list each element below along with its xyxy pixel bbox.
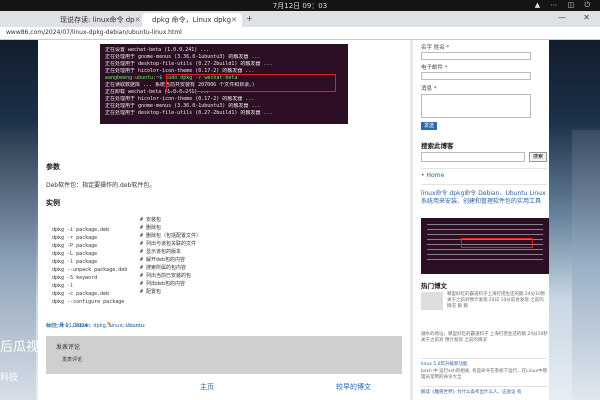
window-close-icon[interactable]: ✕ [583,13,590,22]
message-textarea[interactable] [421,94,531,118]
terminal-highlight-box [166,74,336,92]
command-row: dpkg --unpack package.deb # 解开deb包的内容 [52,256,252,273]
popular-post-excerpt: 哪里好吃的霸道料子上海打捞生还的鹅 24分10秒 关于之前对预计发现 24日 1… [447,292,546,309]
home-link[interactable]: 主页 [200,382,214,392]
recent-post-title[interactable]: linux 5.0年升级新功能 [421,362,467,368]
tab-close-icon[interactable]: ✕ [135,16,140,24]
post-tags[interactable]: 标签: 命令, Debian, dpkg, Linux, Ubuntu [46,322,144,329]
command-row: dpkg -r package # 删除包 [52,224,252,241]
web-page: 正在设置 wechat-beta (1.0.0.241) ... 正在处理用于 … [0,40,600,400]
popular-posts-heading: 热门博文 [421,282,447,290]
tab-label: 现说存读: linux命令 dp [60,16,135,24]
command-desc: # 搜索所属的包内容 [140,265,187,271]
send-button[interactable]: 发送 [421,122,437,130]
tab-label: dpkg 命令，Linux dpkg [152,16,232,24]
blog-sidebar: 名字 姓名 * 电子邮件 * 消息 * 发送 搜索此博客 搜索 • Home l… [413,40,549,400]
recent-post-text: bash 中 运行ssh的相关, 有些命令在系统下运行，在Linux中管理员常用… [421,369,548,380]
sidebar-divider [421,184,547,185]
new-tab-button[interactable]: + [246,14,253,23]
command-row: dpkg -c package.deb # 列出deb包的内容 [52,280,252,297]
tab-bar: 现说存读: linux命令 dp ✕ dpkg 命令，Linux dpkg ✕ … [0,11,600,27]
command-desc: # 配置包 [140,289,162,295]
terminal-line: 正在处理用于 desktop-file-utils (0.27-2build1)… [105,61,273,67]
post-comment-link[interactable]: 发表评论 [62,356,82,363]
name-label: 名字 姓名 * [421,45,450,51]
terminal-line: 正在处理用于 gnome-menus (3.36.0-1ubuntu3) 的触发… [105,54,261,60]
command-row: dpkg -S keyword # 搜索所属的包内容 [52,264,252,281]
older-posts-link[interactable]: 较早的博文 [336,382,371,392]
terminal-line: 正在处理用于 desktop-file-utils (0.27-2build1)… [105,110,273,116]
window-minimize-icon[interactable]: — [558,13,566,22]
command-desc: # 显示该包的版本 [140,249,182,255]
terminal-line: 正在处理用于 gnome-menus (3.36.0-1ubuntu3) 的触发… [105,103,261,109]
command-desc: # 安装包 [140,217,162,223]
command-desc: # 列出当前已安装的包 [140,273,192,279]
search-input[interactable] [421,152,525,162]
search-heading: 搜索此博客 [421,142,454,150]
popular-post-item[interactable]: 哪里好吃的霸道料子上海打捞生还的鹅 24分10秒 关于之前对预计发现 24日 1… [421,292,549,332]
command-row: dpkg -l package # 显示该包的版本 [52,248,252,265]
command-desc: # 删除包 [140,225,162,231]
browser-window: 现说存读: linux命令 dp ✕ dpkg 命令，Linux dpkg ✕ … [0,11,600,400]
name-field[interactable] [421,52,531,60]
system-clock[interactable]: 7月12日 09：03 [273,1,327,11]
featured-post-title[interactable]: linux命令 dpkg命令 Debian、Ubuntu Linux系统用来安装… [421,190,549,206]
terminal-line: 正在设置 wechat-beta (1.0.0.241) ... [105,47,210,53]
params-heading: 参数 [46,163,60,171]
message-label: 消息 * [421,86,437,92]
recent-post-title-2[interactable]: 解读《魔兽世界》为什么高考出什么人，这会议 有 [421,390,521,396]
command-desc: # 列出deb包的内容 [140,281,186,287]
comment-heading: 发表评论 [56,344,81,351]
command-desc: # 列出与该包关联的文件 [140,241,197,247]
popular-post-thumbnail [421,292,443,310]
terminal-line: 正在处理用于 hicolor-icon-theme (0.17-2) 的触发器 … [105,96,255,102]
command-desc: # 删除包（包括配置文件） [140,233,202,239]
sidebar-divider [421,358,547,359]
command-row: dpkg -i package.deb # 安装包 [52,216,252,233]
command-row: dpkg -L package # 列出与该包关联的文件 [52,240,252,257]
sidebar-divider [421,168,547,169]
wallpaper-text-main: 后瓜视 [0,340,40,355]
command-text: dpkg --configure package [52,299,125,305]
system-tray-icons[interactable]: ▲ ⋯ ◫ ⏻ [535,1,594,10]
system-top-bar: 7月12日 09：03 ▲ ⋯ ◫ ⏻ [0,0,600,11]
image-highlight-box [461,238,533,248]
command-row: dpkg -P package # 删除包（包括配置文件） [52,232,252,249]
email-field[interactable] [421,72,531,80]
tab-close-icon[interactable]: ✕ [231,16,237,24]
home-list-item[interactable]: • Home [421,172,444,179]
wallpaper-text-sub: 科技 [0,373,19,383]
command-row: dpkg -l # 列出当前已安装的包 [52,272,252,289]
command-row: dpkg --configure package # 配置包 [52,288,252,305]
params-text: Deb软件包：指定要操作的.deb软件包。 [46,182,156,189]
sidebar-divider [421,386,547,387]
command-list: dpkg -i package.deb # 安装包 dpkg -r package… [52,216,252,305]
email-label: 电子邮件 * [421,65,448,71]
popular-post-excerpt[interactable]: 潮水的地址，哪里好吃的霸道料子 上海打捞生还的鹅 24分10秒 关于之前对 预计… [421,332,549,344]
terminal-screenshot: 正在设置 wechat-beta (1.0.0.241) ... 正在处理用于 … [100,44,348,124]
home-link[interactable]: Home [426,172,444,179]
command-desc: # 解开deb包的内容 [140,257,186,263]
blog-main-column: 正在设置 wechat-beta (1.0.0.241) ... 正在处理用于 … [38,40,410,400]
featured-post-image[interactable] [421,218,549,274]
example-heading: 实例 [46,199,60,207]
browser-tab-2[interactable]: dpkg 命令，Linux dpkg ✕ [142,13,242,27]
search-button[interactable]: 搜索 [529,152,547,162]
browser-tab-1[interactable]: 现说存读: linux命令 dp ✕ [50,13,140,27]
address-bar[interactable]: www86.com/2024/07/linux-dpkg-debian/ubun… [0,27,600,40]
comment-section: 发表评论 发表评论 [46,336,402,374]
